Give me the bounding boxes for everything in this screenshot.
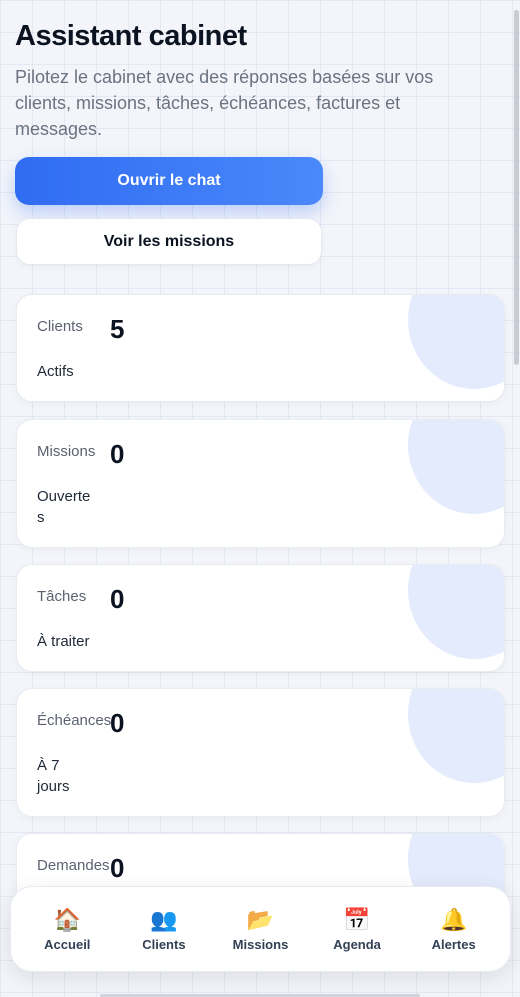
nav-label: Agenda xyxy=(333,936,381,952)
nav-item-missions[interactable]: 📂 Missions xyxy=(213,907,307,952)
nav-label: Missions xyxy=(232,936,289,952)
nav-item-accueil[interactable]: 🏠 Accueil xyxy=(20,907,114,952)
stat-sublabel: Ouvertes xyxy=(37,488,91,526)
stat-label: Clients xyxy=(37,318,83,335)
folder-icon: 📂 xyxy=(246,906,275,932)
nav-label: Clients xyxy=(142,936,186,952)
card-decoration xyxy=(408,565,504,659)
card-decoration xyxy=(408,689,504,783)
stat-value: 0 xyxy=(110,853,125,883)
open-chat-button[interactable]: Ouvrir le chat xyxy=(15,157,323,205)
nav-label: Alertes xyxy=(431,936,476,952)
stat-label: Demandes xyxy=(37,857,110,874)
stat-card-echeances[interactable]: Échéances 0 À 7 jours xyxy=(16,688,505,817)
stat-value: 0 xyxy=(110,439,125,469)
card-decoration xyxy=(408,420,504,514)
bottom-nav: 🏠 Accueil 👥 Clients 📂 Missions 📅 Agenda … xyxy=(10,886,511,972)
nav-label: Accueil xyxy=(44,936,91,952)
stat-label: Échéances xyxy=(37,712,112,729)
stat-card-taches[interactable]: Tâches 0 À traiter xyxy=(16,564,505,672)
scrollbar-thumb[interactable] xyxy=(514,10,519,365)
users-icon: 👥 xyxy=(150,906,178,932)
nav-item-alertes[interactable]: 🔔 Alertes xyxy=(407,907,501,952)
nav-item-agenda[interactable]: 📅 Agenda xyxy=(310,907,404,952)
stat-value: 0 xyxy=(110,708,125,738)
bell-icon: 🔔 xyxy=(439,906,468,932)
stat-label: Missions xyxy=(37,443,96,460)
stat-sublabel: À traiter xyxy=(37,633,90,650)
stat-label: Tâches xyxy=(37,588,87,605)
view-missions-button[interactable]: Voir les missions xyxy=(16,218,322,265)
stat-card-clients[interactable]: Clients 5 Actifs xyxy=(16,294,505,402)
stat-value: 0 xyxy=(110,584,125,614)
nav-item-clients[interactable]: 👥 Clients xyxy=(117,907,211,952)
page-title: Assistant cabinet xyxy=(15,20,247,52)
calendar-icon: 📅 xyxy=(343,906,371,932)
page-subtitle: Pilotez le cabinet avec des réponses bas… xyxy=(15,67,434,139)
stat-card-missions[interactable]: Missions 0 Ouvertes xyxy=(16,419,505,548)
home-icon: 🏠 xyxy=(53,906,81,932)
stat-sublabel: Actifs xyxy=(37,363,74,380)
scrollbar[interactable] xyxy=(514,0,520,997)
stat-value: 5 xyxy=(110,314,125,344)
stat-sublabel: À 7 jours xyxy=(37,757,70,795)
card-decoration xyxy=(408,295,504,389)
